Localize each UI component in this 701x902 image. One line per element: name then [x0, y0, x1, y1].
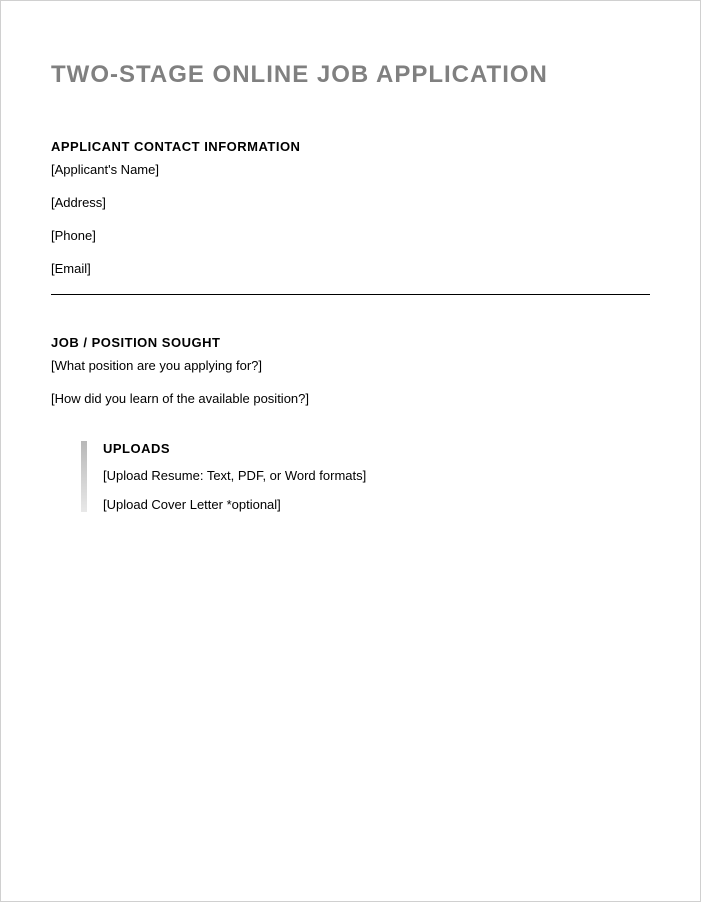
field-position[interactable]: [What position are you applying for?] [51, 358, 650, 373]
section-contact: APPLICANT CONTACT INFORMATION [Applicant… [51, 139, 650, 276]
field-email[interactable]: [Email] [51, 261, 650, 276]
section-job: JOB / POSITION SOUGHT [What position are… [51, 335, 650, 406]
uploads-heading: UPLOADS [103, 441, 650, 456]
section-uploads: UPLOADS [Upload Resume: Text, PDF, or Wo… [81, 441, 650, 512]
field-applicant-name[interactable]: [Applicant's Name] [51, 162, 650, 177]
field-upload-cover-letter[interactable]: [Upload Cover Letter *optional] [103, 497, 650, 512]
contact-heading: APPLICANT CONTACT INFORMATION [51, 139, 650, 154]
document-page: TWO-STAGE ONLINE JOB APPLICATION APPLICA… [0, 0, 701, 902]
field-address[interactable]: [Address] [51, 195, 650, 210]
uploads-accent-bar [81, 441, 87, 512]
field-upload-resume[interactable]: [Upload Resume: Text, PDF, or Word forma… [103, 468, 650, 483]
page-title: TWO-STAGE ONLINE JOB APPLICATION [51, 61, 650, 89]
field-source[interactable]: [How did you learn of the available posi… [51, 391, 650, 406]
section-divider [51, 294, 650, 295]
field-phone[interactable]: [Phone] [51, 228, 650, 243]
job-heading: JOB / POSITION SOUGHT [51, 335, 650, 350]
